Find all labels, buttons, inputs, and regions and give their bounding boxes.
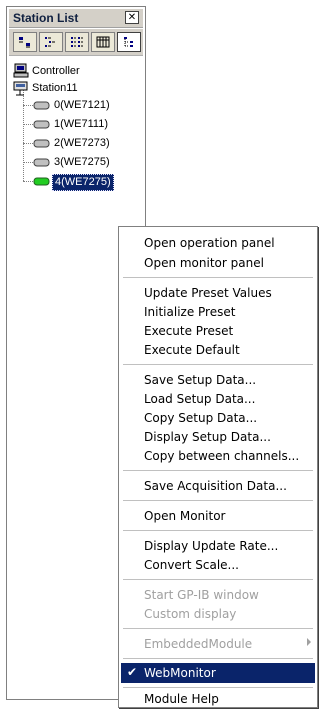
module-icon bbox=[33, 120, 50, 129]
menu-item-label: Save Setup Data... bbox=[144, 373, 257, 387]
menu-item-label: Save Acquisition Data... bbox=[144, 479, 287, 493]
menu-item-label: Display Update Rate... bbox=[144, 539, 279, 553]
menu-item-copy-between-channels[interactable]: Copy between channels... bbox=[121, 446, 315, 466]
tree-item-label: 1(WE7111) bbox=[54, 118, 109, 130]
tree-item-label: Controller bbox=[32, 65, 80, 77]
menu-item-label: Copy between channels... bbox=[144, 449, 300, 463]
context-menu: Open operation panel Open monitor panel … bbox=[118, 226, 318, 708]
menu-item-load-setup-data[interactable]: Load Setup Data... bbox=[121, 389, 315, 409]
menu-item-label: Copy Setup Data... bbox=[144, 411, 258, 425]
tree-item-label: 2(WE7273) bbox=[54, 137, 110, 149]
small-icons-view-icon bbox=[45, 37, 55, 47]
menu-separator bbox=[123, 628, 313, 629]
menu-item-embedded-module[interactable]: EmbeddedModule bbox=[121, 634, 315, 654]
menu-item-initialize-preset[interactable]: Initialize Preset bbox=[121, 302, 315, 322]
menu-item-label: Convert Scale... bbox=[144, 558, 239, 572]
menu-separator bbox=[123, 364, 313, 365]
menu-separator bbox=[123, 500, 313, 501]
menu-item-open-operation-panel[interactable]: Open operation panel bbox=[121, 233, 315, 253]
menu-item-open-monitor[interactable]: Open Monitor bbox=[121, 506, 315, 526]
station-list-titlebar[interactable]: Station List ✕ bbox=[9, 9, 143, 28]
menu-item-execute-default[interactable]: Execute Default bbox=[121, 340, 315, 360]
tree-item-label: 4(WE7275) bbox=[52, 174, 114, 191]
module-icon bbox=[33, 101, 50, 110]
large-icons-view-icon bbox=[19, 37, 30, 48]
menu-item-label: Execute Default bbox=[144, 343, 240, 357]
list-view-button[interactable] bbox=[65, 32, 89, 52]
menu-item-label: Execute Preset bbox=[144, 324, 234, 338]
details-view-icon bbox=[96, 36, 110, 48]
tree-view-icon bbox=[124, 37, 133, 47]
menu-item-label: Custom display bbox=[144, 607, 237, 621]
tree-connector bbox=[23, 89, 24, 181]
tree-item-label: 0(WE7121) bbox=[54, 99, 110, 111]
station-icon bbox=[13, 81, 28, 96]
close-button[interactable]: ✕ bbox=[125, 11, 139, 24]
menu-item-label: Open monitor panel bbox=[144, 256, 264, 270]
menu-item-module-help[interactable]: Module Help bbox=[121, 689, 315, 709]
menu-item-label: WebMonitor bbox=[144, 666, 216, 680]
menu-item-display-update-rate[interactable]: Display Update Rate... bbox=[121, 536, 315, 556]
menu-item-save-acquisition-data[interactable]: Save Acquisition Data... bbox=[121, 476, 315, 496]
menu-item-label: Module Help bbox=[144, 692, 219, 706]
menu-item-start-gpib-window[interactable]: Start GP-IB window bbox=[121, 585, 315, 605]
menu-item-update-preset-values[interactable]: Update Preset Values bbox=[121, 283, 315, 303]
computer-icon bbox=[13, 63, 29, 78]
menu-item-webmonitor[interactable]: ✔ WebMonitor bbox=[121, 663, 315, 683]
menu-separator bbox=[123, 277, 313, 278]
menu-separator bbox=[123, 658, 313, 659]
menu-item-custom-display[interactable]: Custom display bbox=[121, 604, 315, 624]
menu-separator bbox=[123, 530, 313, 531]
tree-view-button[interactable] bbox=[117, 32, 141, 52]
menu-item-open-monitor-panel[interactable]: Open monitor panel bbox=[121, 253, 315, 273]
details-view-button[interactable] bbox=[91, 32, 115, 52]
menu-separator bbox=[123, 687, 313, 688]
module-icon bbox=[33, 139, 50, 148]
menu-item-label: Initialize Preset bbox=[144, 305, 236, 319]
menu-item-copy-setup-data[interactable]: Copy Setup Data... bbox=[121, 408, 315, 428]
submenu-arrow-icon bbox=[307, 638, 311, 646]
module-active-icon bbox=[33, 177, 50, 186]
menu-item-save-setup-data[interactable]: Save Setup Data... bbox=[121, 370, 315, 390]
large-icons-view-button[interactable] bbox=[13, 32, 37, 52]
menu-separator bbox=[123, 579, 313, 580]
menu-item-label: Display Setup Data... bbox=[144, 430, 271, 444]
tree-item-label: 3(WE7275) bbox=[54, 156, 110, 168]
view-toolbar bbox=[9, 29, 143, 56]
menu-item-label: Open operation panel bbox=[144, 236, 275, 250]
checkmark-icon: ✔ bbox=[127, 665, 138, 679]
small-icons-view-button[interactable] bbox=[39, 32, 63, 52]
menu-item-convert-scale[interactable]: Convert Scale... bbox=[121, 555, 315, 575]
menu-item-execute-preset[interactable]: Execute Preset bbox=[121, 321, 315, 341]
menu-item-label: Open Monitor bbox=[144, 509, 226, 523]
menu-separator bbox=[123, 470, 313, 471]
menu-item-label: Start GP-IB window bbox=[144, 588, 259, 602]
list-view-icon bbox=[71, 37, 83, 47]
menu-item-label: Load Setup Data... bbox=[144, 392, 256, 406]
tree-item-label: Station11 bbox=[32, 82, 78, 94]
station-list-title: Station List bbox=[13, 11, 79, 25]
menu-item-label: Update Preset Values bbox=[144, 286, 272, 300]
menu-item-label: EmbeddedModule bbox=[144, 637, 253, 651]
module-icon bbox=[33, 158, 50, 167]
menu-item-display-setup-data[interactable]: Display Setup Data... bbox=[121, 427, 315, 447]
